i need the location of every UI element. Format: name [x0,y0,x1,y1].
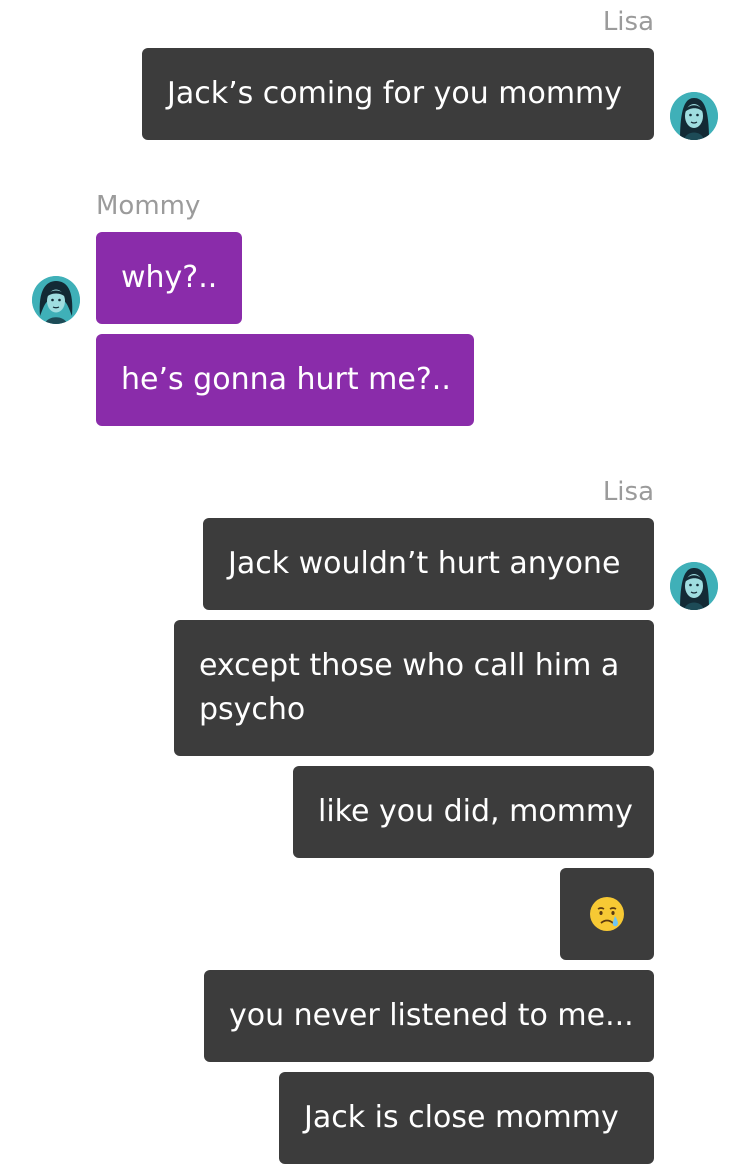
message-bubble[interactable]: you never listened to me... [204,970,654,1062]
sender-name-lisa: Lisa [602,7,654,37]
message-bubble[interactable]: why?.. [96,232,242,324]
sender-name-lisa: Lisa [602,477,654,507]
message-bubble[interactable]: Jack is close mommy [279,1072,654,1164]
message-bubble[interactable]: Jack wouldn’t hurt anyone [203,518,654,610]
message-bubble[interactable]: except those who call him a psycho [174,620,654,756]
emoji-message-bubble[interactable] [560,868,654,960]
message-bubble[interactable]: Jack’s coming for you mommy [142,48,654,140]
mommy-avatar-icon[interactable] [32,276,80,324]
sender-name-mommy: Mommy [96,191,201,221]
message-bubble[interactable]: like you did, mommy [293,766,654,858]
lisa-avatar-icon[interactable] [670,562,718,610]
lisa-avatar-icon[interactable] [670,92,718,140]
message-bubble[interactable]: he’s gonna hurt me?.. [96,334,474,426]
crying-face-icon [590,897,624,931]
